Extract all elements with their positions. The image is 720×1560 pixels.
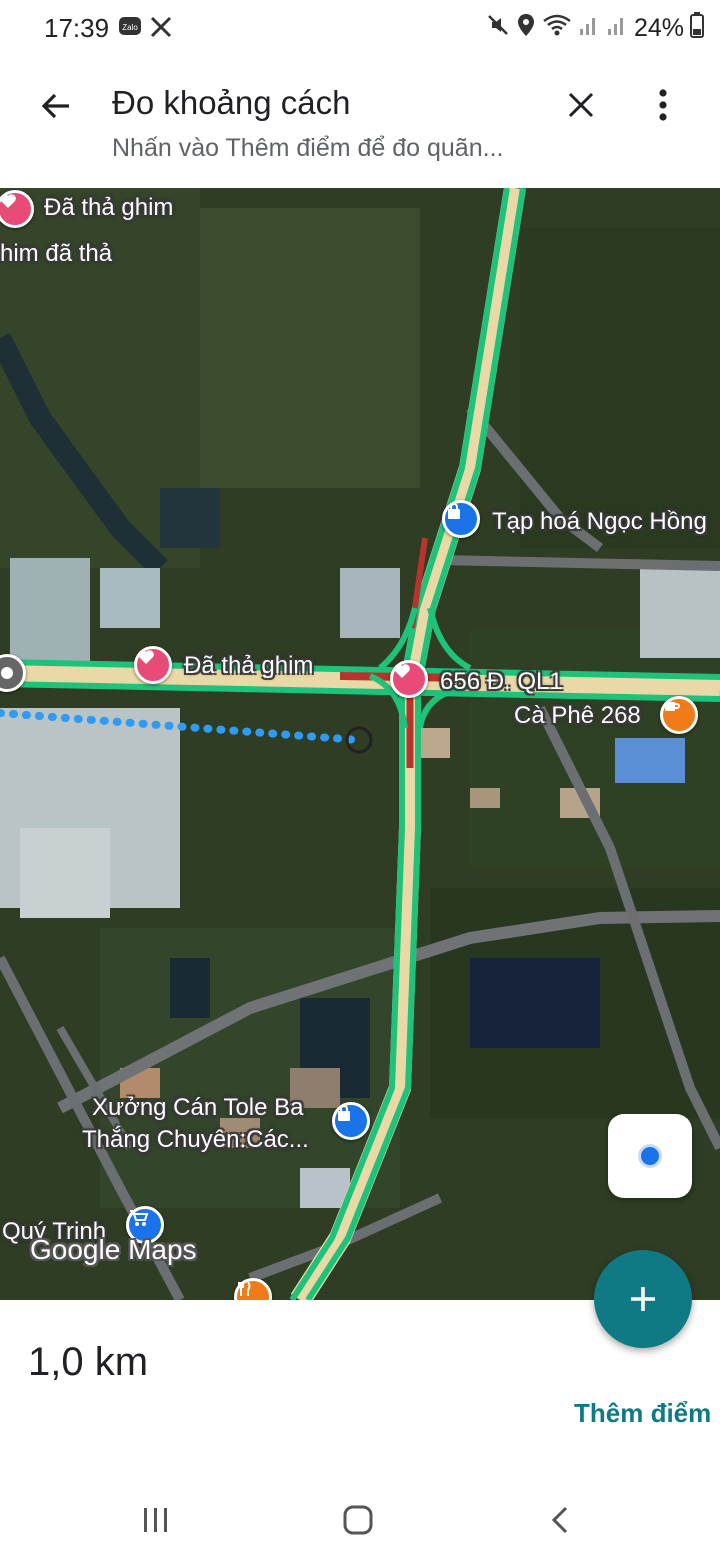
shopping-bag-icon[interactable]	[332, 1102, 370, 1140]
map-label-pin-junction[interactable]: 656 Đ. QL1	[440, 668, 563, 696]
heart-pin-icon[interactable]	[390, 660, 428, 698]
map-view[interactable]: Đã thả ghim him đã thả Tạp hoá Ngọc Hồng…	[0, 188, 720, 1300]
map-label-pin-mid[interactable]: Đã thả ghim	[184, 652, 313, 680]
status-bar: 17:39 Zalo 24%	[0, 0, 720, 58]
system-nav-bar	[0, 1470, 720, 1560]
heart-pin-icon[interactable]	[134, 646, 172, 684]
close-icon	[568, 92, 594, 118]
map-label-cafe[interactable]: Cà Phê 268	[514, 702, 641, 730]
recent-apps-button[interactable]	[126, 1490, 186, 1550]
zalo-icon: Zalo	[118, 14, 142, 40]
back-nav-button[interactable]	[530, 1490, 590, 1550]
chevron-left-icon	[551, 1506, 568, 1534]
map-label-shop-bottom-line2[interactable]: Thắng Chuyên:Các...	[82, 1126, 309, 1154]
home-icon	[343, 1505, 373, 1535]
signal-icon	[606, 13, 628, 44]
location-icon	[516, 13, 536, 44]
page-title: Đo khoảng cách	[112, 84, 351, 121]
status-time: 17:39	[44, 13, 110, 43]
close-button[interactable]	[556, 80, 606, 130]
wifi-icon	[542, 13, 572, 44]
more-options-button[interactable]	[640, 80, 686, 130]
app-bar: Đo khoảng cách Nhấn vào Thêm điểm để đo …	[0, 58, 720, 188]
shopping-bag-icon[interactable]	[442, 500, 480, 538]
my-location-button[interactable]	[608, 1114, 692, 1198]
mute-icon	[486, 13, 510, 44]
add-point-button[interactable]: Thêm điểm	[574, 1398, 711, 1429]
plus-icon	[631, 1287, 655, 1311]
map-label-shop-bottom-line1[interactable]: Xưởng Cán Tole Ba	[92, 1094, 304, 1122]
coffee-cup-icon[interactable]	[660, 696, 698, 734]
arrow-back-icon	[41, 93, 69, 119]
distance-value: 1,0 km	[28, 1340, 149, 1384]
more-vert-icon	[659, 89, 667, 121]
map-label-pin-top[interactable]: Đã thả ghim	[44, 194, 173, 222]
signal-icon	[578, 13, 600, 44]
map-label-pin-top-second[interactable]: him đã thả	[0, 240, 112, 268]
battery-icon	[690, 12, 704, 45]
page-subtitle: Nhấn vào Thêm điểm để đo quãn...	[112, 134, 504, 162]
add-point-fab[interactable]	[594, 1250, 692, 1348]
recent-apps-icon	[144, 1508, 167, 1532]
status-icons: 24%	[486, 12, 704, 45]
google-maps-logo: Google Maps	[30, 1234, 197, 1265]
x-icon	[150, 14, 172, 40]
home-button[interactable]	[328, 1490, 388, 1550]
map-label-shop-top[interactable]: Tạp hoá Ngọc Hồng	[492, 508, 707, 536]
my-location-icon	[638, 1144, 662, 1168]
battery-text: 24%	[633, 14, 684, 42]
svg-text:Zalo: Zalo	[122, 23, 138, 32]
back-button[interactable]	[30, 80, 82, 132]
